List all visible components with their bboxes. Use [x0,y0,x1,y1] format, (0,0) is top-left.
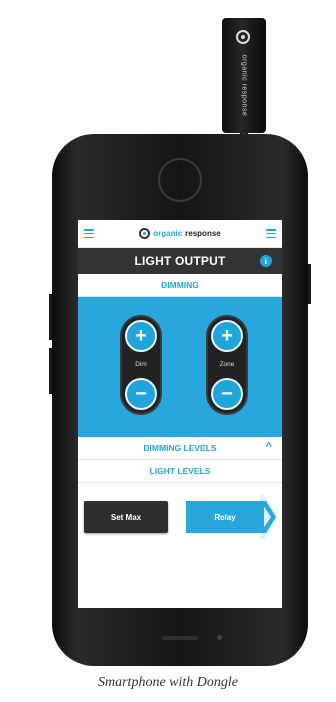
hamburger-icon[interactable] [265,229,276,238]
chevron-right-icon [260,495,278,539]
set-max-button[interactable]: Set Max [84,501,168,533]
dim-control: + Dim − [120,315,162,415]
dongle-brand-text: organic response [240,54,248,117]
front-camera-icon [158,158,202,202]
phone-side-button [49,294,52,340]
title-bar: LIGHT OUTPUT i [78,248,282,274]
app-header: organic response [78,220,282,248]
phone-side-button [308,264,311,304]
dimming-panel: + Dim − + Zone − [78,297,282,437]
speaker-grille [162,636,198,640]
zone-minus-button[interactable]: − [211,378,243,410]
dongle: organic response [222,18,266,176]
sensor-dot [217,635,222,640]
organic-response-logo-icon [236,30,250,44]
brand-name-accent: organic [153,229,183,238]
dimming-header: DIMMING [78,274,282,297]
zone-label: Zone [219,361,235,368]
zone-control: + Zone − [206,315,248,415]
zone-plus-button[interactable]: + [211,320,243,352]
action-buttons: Set Max Relay [78,483,282,563]
dimming-levels-label: DIMMING LEVELS [143,443,217,453]
relay-button[interactable]: Relay [186,501,264,533]
dimming-levels-row[interactable]: DIMMING LEVELS ^ [78,437,282,460]
smartphone: organic response LIGHT OUTPUT i DIMMING … [49,134,311,666]
brand-logo: organic response [139,228,221,239]
dim-label: Dim [135,361,147,368]
page-title: LIGHT OUTPUT [134,254,226,268]
organic-response-logo-icon [139,228,151,239]
hamburger-icon[interactable] [84,229,94,238]
brand-name-rest: response [185,229,221,238]
chevron-up-icon[interactable]: ^ [266,441,272,453]
dim-minus-button[interactable]: − [125,378,157,410]
caption: Smartphone with Dongle [98,675,238,690]
info-icon[interactable]: i [260,255,272,267]
dim-plus-button[interactable]: + [125,320,157,352]
phone-screen: organic response LIGHT OUTPUT i DIMMING … [78,220,282,608]
phone-side-button [49,348,52,394]
light-levels-row[interactable]: LIGHT LEVELS [78,460,282,483]
